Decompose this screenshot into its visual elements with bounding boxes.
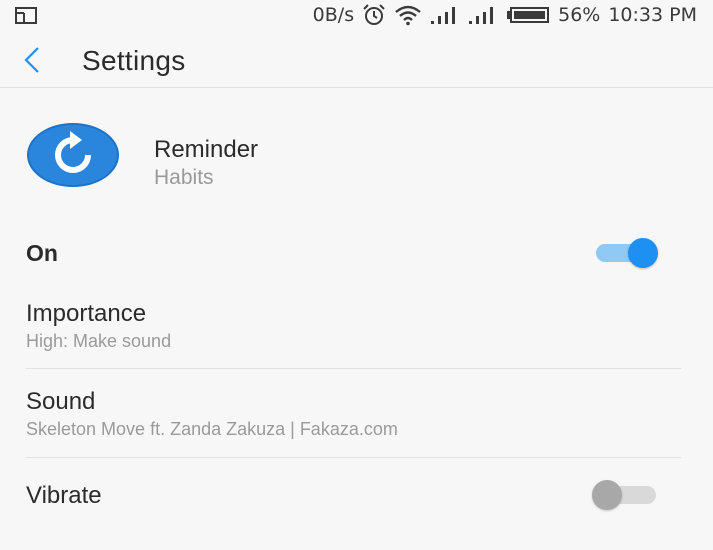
back-button[interactable] bbox=[14, 42, 50, 78]
toggle-thumb bbox=[628, 238, 658, 268]
signal-icon bbox=[468, 5, 498, 25]
status-bar: 0B/s 56% 10:33 PM bbox=[0, 0, 713, 32]
sound-label: Sound bbox=[26, 388, 96, 415]
divider bbox=[26, 368, 681, 369]
net-speed: 0B/s bbox=[312, 4, 355, 26]
divider bbox=[26, 457, 681, 458]
alarm-icon bbox=[362, 4, 386, 26]
on-label: On bbox=[26, 240, 58, 266]
chevron-left-icon bbox=[24, 47, 39, 73]
app-icon bbox=[26, 122, 120, 188]
sound-value: Skeleton Move ft. Zanda Zakuza | Fakaza.… bbox=[26, 419, 398, 439]
vibrate-toggle[interactable] bbox=[592, 479, 662, 510]
signal-icon bbox=[430, 5, 460, 25]
battery-icon bbox=[506, 6, 550, 24]
clock: 10:33 PM bbox=[608, 4, 697, 26]
app-name: Reminder bbox=[154, 136, 259, 163]
status-indicators: 0B/s 56% 10:33 PM bbox=[313, 4, 697, 26]
on-toggle[interactable] bbox=[592, 237, 662, 268]
page-title: Settings bbox=[82, 45, 186, 76]
vibrate-label: Vibrate bbox=[26, 482, 102, 509]
app-subtitle: Habits bbox=[154, 166, 214, 189]
importance-value: High: Make sound bbox=[26, 331, 172, 351]
wifi-icon bbox=[394, 4, 422, 26]
toggle-thumb bbox=[592, 480, 622, 510]
screen-icon bbox=[14, 6, 38, 26]
battery-percent: 56% bbox=[558, 4, 601, 26]
importance-label: Importance bbox=[26, 300, 147, 327]
refresh-icon bbox=[27, 123, 119, 187]
app-bar: Settings bbox=[0, 32, 713, 88]
